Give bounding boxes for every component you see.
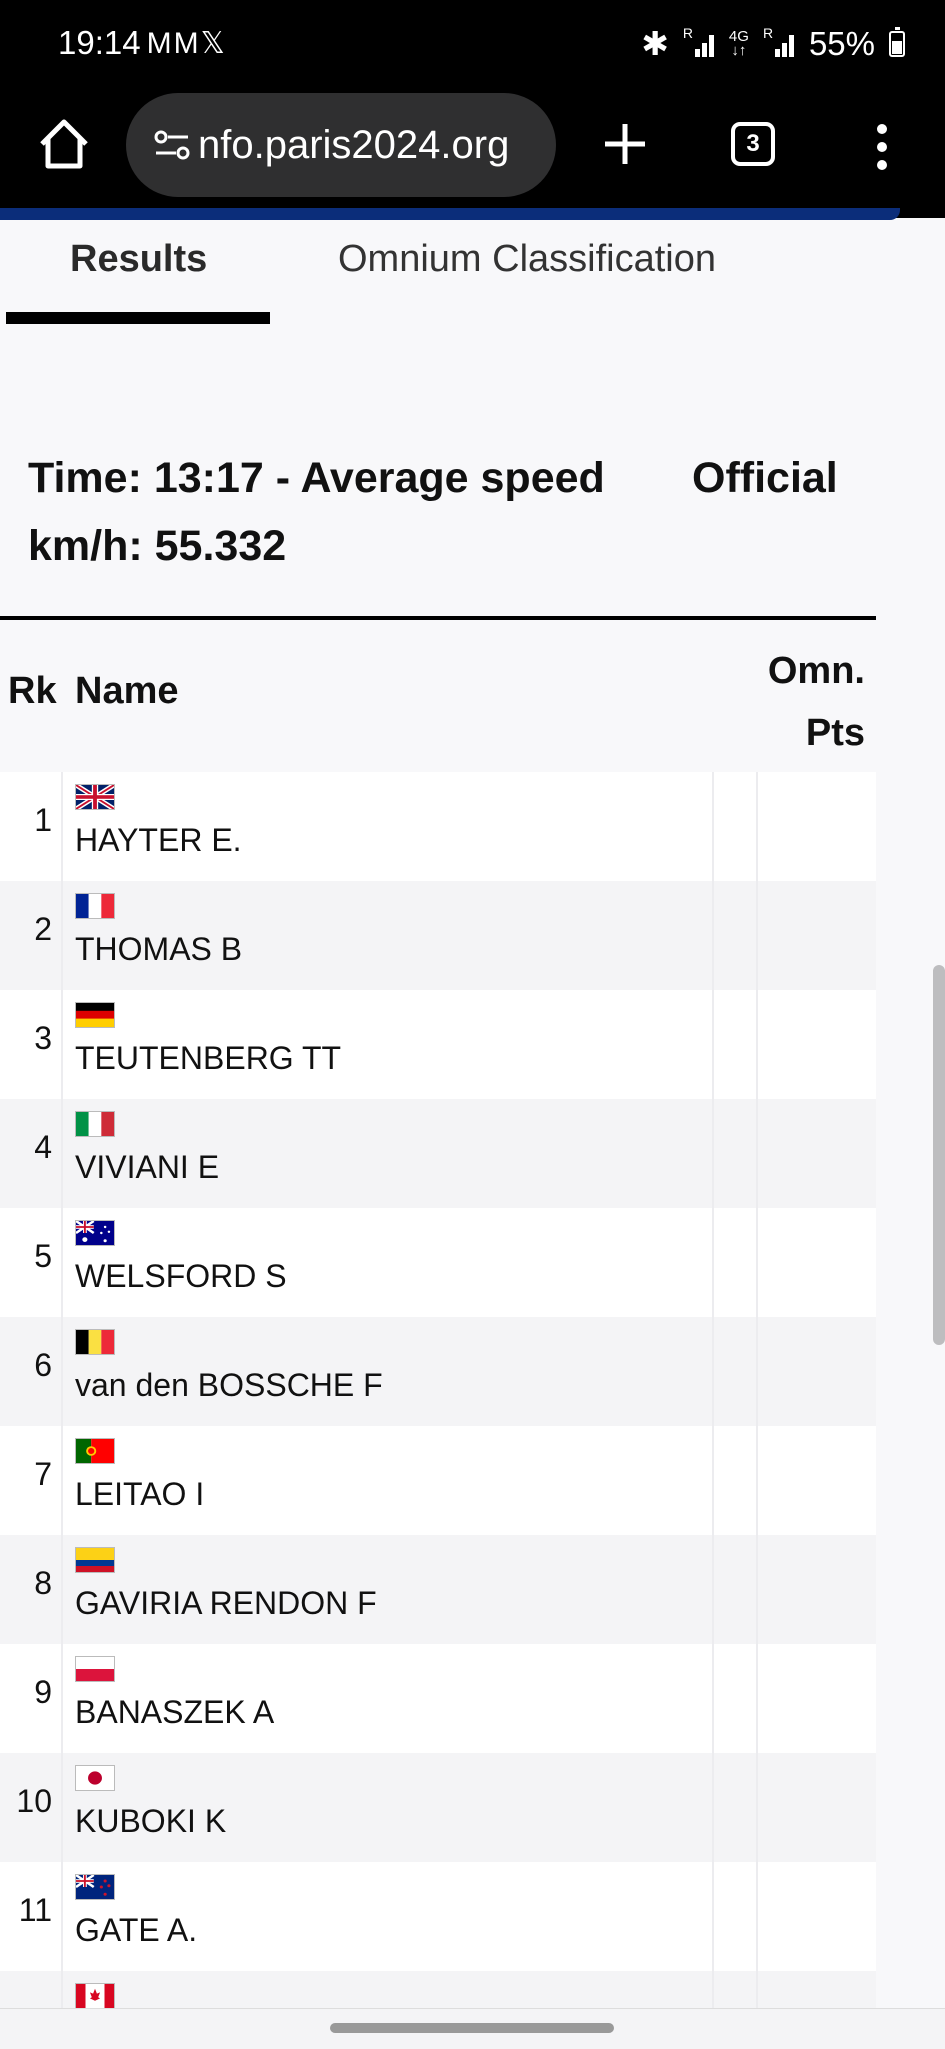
event-info: Time: 13:17 - Average speed km/h: 55.332: [28, 454, 605, 570]
athlete-name[interactable]: KUBOKI K: [75, 1803, 226, 1840]
rank-cell: 8: [34, 1565, 52, 1601]
rank-cell: 4: [34, 1129, 52, 1165]
athlete-name[interactable]: HAYTER E.: [75, 822, 242, 859]
au-flag-icon: [75, 1220, 115, 1246]
new-tab-icon[interactable]: [600, 114, 650, 174]
tab-switcher-button[interactable]: 3: [731, 122, 775, 166]
rank-cell: 6: [34, 1347, 52, 1383]
rank-cell: 11: [18, 1892, 52, 1928]
table-row[interactable]: 1 HAYTER E.: [0, 772, 876, 881]
co-flag-icon: [75, 1547, 115, 1573]
table-row[interactable]: 7 LEITAO I: [0, 1426, 876, 1535]
address-bar[interactable]: nfo.paris2024.org: [126, 93, 556, 197]
table-row[interactable]: 6 van den BOSSCHE F: [0, 1317, 876, 1426]
browser-chrome: 19:14 MM𝕏 ✱ R 4G ↓↑ R 55% nfo.paris2024.o…: [0, 0, 945, 220]
header-divider: [0, 616, 876, 620]
tab-count: 3: [746, 130, 760, 157]
battery-percent: 55%: [808, 24, 875, 62]
athlete-name[interactable]: VIVIANI E: [75, 1149, 219, 1186]
athlete-name[interactable]: TEUTENBERG TT: [75, 1040, 341, 1077]
jp-flag-icon: [75, 1765, 115, 1791]
table-row[interactable]: 8 GAVIRIA RENDON F: [0, 1535, 876, 1644]
active-tab-indicator: [6, 312, 270, 324]
it-flag-icon: [75, 1111, 115, 1137]
bluetooth-icon: ✱: [641, 25, 669, 62]
fr-flag-icon: [75, 893, 115, 919]
system-nav-bar: [0, 2008, 945, 2049]
site-settings-icon[interactable]: [152, 125, 192, 165]
rank-cell: 9: [34, 1674, 52, 1710]
status-time: 19:14: [58, 24, 141, 61]
table-row[interactable]: 3 TEUTENBERG TT: [0, 990, 876, 1099]
status-right: ✱ R 4G ↓↑ R 55%: [641, 24, 905, 63]
scrollbar[interactable]: [933, 965, 945, 1345]
rank-cell: 3: [34, 1020, 52, 1056]
be-flag-icon: [75, 1329, 115, 1355]
rank-cell: 7: [34, 1456, 52, 1492]
table-row[interactable]: 10 KUBOKI K: [0, 1753, 876, 1862]
rank-cell: 5: [34, 1238, 52, 1274]
athlete-name[interactable]: GATE A.: [75, 1912, 197, 1949]
site-header-strip: [0, 208, 900, 220]
table-row[interactable]: 9 BANASZEK A: [0, 1644, 876, 1753]
athlete-name[interactable]: LEITAO I: [75, 1476, 204, 1513]
rank-cell: 1: [34, 802, 52, 838]
gb-flag-icon: [75, 784, 115, 810]
column-header-name: Name: [75, 670, 179, 712]
gesture-handle[interactable]: [330, 2023, 614, 2033]
tab-omnium-classification[interactable]: Omnium Classification: [338, 238, 716, 281]
more-menu-icon[interactable]: [868, 124, 896, 170]
url-text: nfo.paris2024.org: [198, 122, 510, 167]
nz-flag-icon: [75, 1874, 115, 1900]
results-page: Results Omnium Classification Time: 13:1…: [0, 220, 945, 2031]
results-table: 1 HAYTER E. 2 THOMAS B 3 TEUTENBERG TT 4…: [0, 772, 876, 2031]
battery-icon: [889, 26, 905, 57]
signal-icon: R: [683, 25, 715, 57]
table-row[interactable]: 11 GATE A.: [0, 1862, 876, 1971]
ca-flag-icon: [75, 1983, 115, 2009]
status-bar: 19:14 MM𝕏 ✱ R 4G ↓↑ R 55%: [0, 0, 945, 90]
network-4g-icon: 4G ↓↑: [728, 27, 749, 59]
column-header-points-line2: Pts: [805, 712, 865, 754]
rank-cell: 10: [16, 1783, 52, 1819]
de-flag-icon: [75, 1002, 115, 1028]
tab-results[interactable]: Results: [70, 238, 207, 281]
column-header-points-line1: Omn.: [767, 650, 865, 692]
signal-icon-2: R: [763, 25, 795, 57]
table-row[interactable]: 5 WELSFORD S: [0, 1208, 876, 1317]
column-header-points: Omn. Pts: [768, 640, 865, 764]
table-row[interactable]: 2 THOMAS B: [0, 881, 876, 990]
athlete-name[interactable]: GAVIRIA RENDON F: [75, 1585, 377, 1622]
rank-cell: 2: [34, 911, 52, 947]
home-icon[interactable]: [34, 114, 94, 174]
status-time-group: 19:14 MM𝕏: [58, 24, 227, 62]
pl-flag-icon: [75, 1656, 115, 1682]
status-badge: Official: [692, 454, 838, 502]
network-4g-label: 4G: [728, 27, 749, 45]
column-header-rank: Rk: [8, 670, 57, 712]
athlete-name[interactable]: van den BOSSCHE F: [75, 1367, 383, 1404]
pt-flag-icon: [75, 1438, 115, 1464]
browser-toolbar: nfo.paris2024.org 3: [0, 90, 945, 200]
athlete-name[interactable]: WELSFORD S: [75, 1258, 287, 1295]
notification-icons: MM𝕏: [146, 26, 227, 60]
athlete-name[interactable]: BANASZEK A: [75, 1694, 274, 1731]
table-row[interactable]: 4 VIVIANI E: [0, 1099, 876, 1208]
athlete-name[interactable]: THOMAS B: [75, 931, 242, 968]
